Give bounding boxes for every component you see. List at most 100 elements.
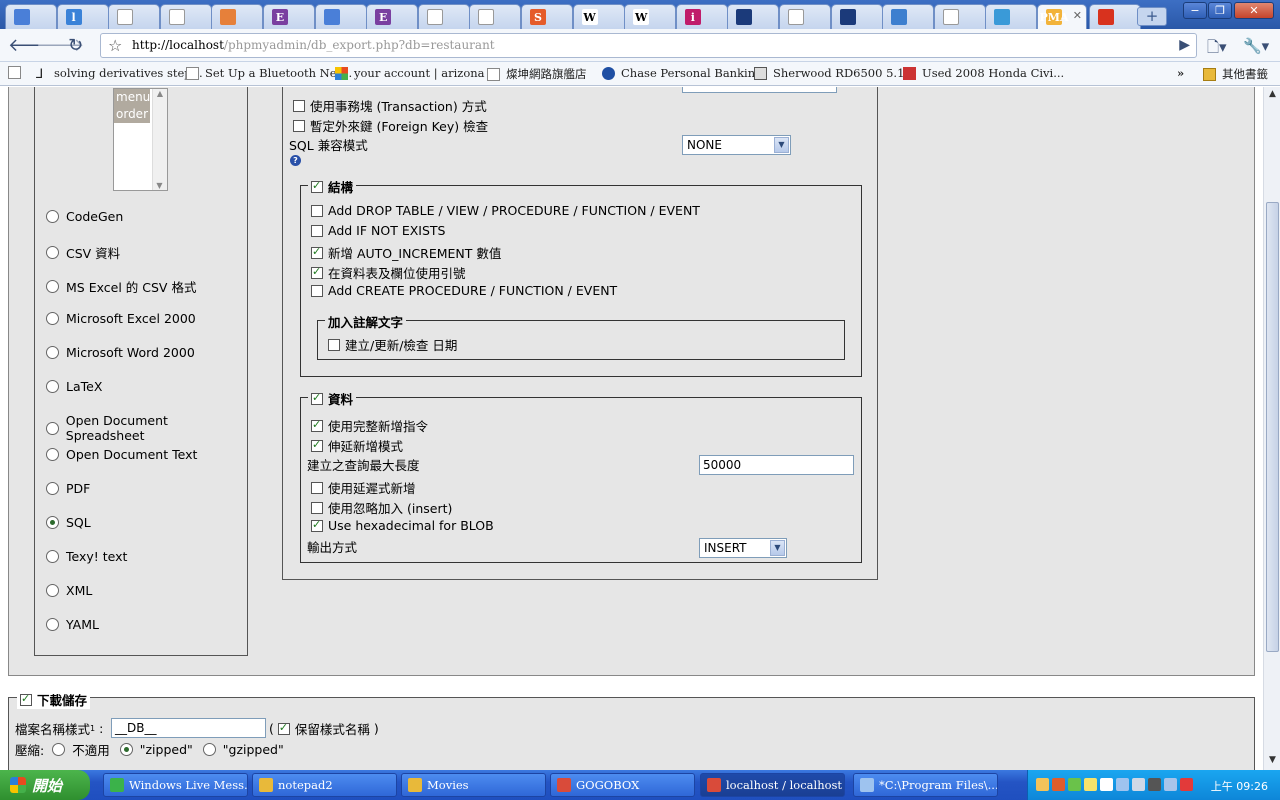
format-option[interactable]: CodeGen: [46, 209, 123, 224]
taskbar-button[interactable]: localhost / localhost /...: [700, 773, 845, 797]
tray-icon[interactable]: [1132, 778, 1145, 791]
delayed-inserts-checkbox[interactable]: [311, 481, 323, 494]
structure-option-checkbox[interactable]: [311, 265, 323, 279]
transaction-option[interactable]: 使用事務塊 (Transaction) 方式: [293, 96, 487, 115]
browser-tab[interactable]: [727, 4, 780, 29]
browser-tab[interactable]: [985, 4, 1038, 29]
browser-tab[interactable]: [830, 4, 883, 29]
browser-tab[interactable]: [108, 4, 161, 29]
browser-tab[interactable]: S: [521, 4, 573, 29]
structure-option[interactable]: Add CREATE PROCEDURE / FUNCTION / EVENT: [311, 283, 617, 298]
remember-template-option[interactable]: ( 保留樣式名稱 ): [269, 719, 379, 738]
browser-tab[interactable]: [211, 4, 264, 29]
format-option[interactable]: Open Document Text: [46, 447, 197, 462]
other-bookmarks[interactable]: 其他書籤: [1203, 66, 1268, 82]
listbox-item[interactable]: menu: [114, 89, 150, 106]
format-option[interactable]: YAML: [46, 617, 99, 632]
format-radio[interactable]: [46, 346, 59, 359]
bookmark-star-icon[interactable]: ☆: [108, 36, 122, 55]
compression-option[interactable]: "gzipped": [202, 740, 284, 759]
format-option[interactable]: XML: [46, 583, 92, 598]
format-radio[interactable]: [46, 246, 59, 259]
format-radio[interactable]: [46, 210, 59, 223]
help-icon[interactable]: ?: [290, 155, 301, 166]
bookmark-item[interactable]: Used 2008 Honda Civi...: [903, 66, 1064, 80]
tray-icon[interactable]: [1116, 778, 1129, 791]
start-button[interactable]: 開始: [0, 770, 90, 800]
page-menu-icon[interactable]: 🗋▾: [1207, 37, 1227, 62]
browser-tab[interactable]: [417, 4, 470, 29]
scroll-up-icon[interactable]: ▲: [153, 89, 167, 98]
data-legend[interactable]: 資料: [308, 389, 357, 408]
bookmark-item[interactable]: Chase Personal Bankin...: [602, 66, 766, 80]
browser-tab[interactable]: E: [263, 4, 315, 29]
go-icon[interactable]: ▶: [1179, 37, 1190, 53]
wrench-menu-icon[interactable]: 🔧▾: [1243, 37, 1269, 55]
foreign-key-option[interactable]: 暫定外來鍵 (Foreign Key) 檢查: [293, 116, 488, 135]
browser-tab[interactable]: [779, 4, 831, 29]
format-radio[interactable]: [46, 550, 59, 563]
tray-icon[interactable]: [1036, 778, 1049, 791]
structure-option-checkbox[interactable]: [311, 204, 323, 217]
format-radio[interactable]: [46, 380, 59, 393]
structure-option-checkbox[interactable]: [311, 224, 323, 237]
format-option[interactable]: PDF: [46, 481, 90, 496]
structure-option[interactable]: 新增 AUTO_INCREMENT 數值: [311, 243, 501, 262]
structure-option-checkbox[interactable]: [311, 245, 323, 259]
browser-tab[interactable]: [882, 4, 935, 29]
remember-template-checkbox[interactable]: [277, 721, 290, 735]
dates-option[interactable]: 建立/更新/檢查 日期: [328, 335, 457, 354]
save-checkbox[interactable]: [20, 692, 32, 706]
browser-tab[interactable]: [933, 4, 986, 29]
max-query-input[interactable]: 50000: [699, 455, 854, 475]
hex-blob-option[interactable]: Use hexadecimal for BLOB: [311, 518, 494, 533]
taskbar-button[interactable]: Windows Live Mess...: [103, 773, 248, 797]
complete-inserts-option[interactable]: 使用完整新增指令: [311, 416, 428, 435]
compression-radio[interactable]: [52, 743, 66, 756]
reload-icon[interactable]: ↻: [68, 35, 83, 56]
table-select-listbox[interactable]: menu order ▲ ▼: [113, 88, 168, 191]
structure-option[interactable]: Add IF NOT EXISTS: [311, 223, 445, 238]
browser-tab[interactable]: [5, 4, 57, 29]
format-option[interactable]: Microsoft Excel 2000: [46, 311, 196, 326]
bookmarks-overflow-chevron[interactable]: »: [1177, 66, 1184, 80]
format-option[interactable]: Microsoft Word 2000: [46, 345, 195, 360]
complete-inserts-checkbox[interactable]: [311, 418, 323, 432]
extended-inserts-option[interactable]: 伸延新增模式: [311, 436, 403, 455]
scroll-down-icon[interactable]: ▼: [1266, 755, 1279, 768]
browser-tab[interactable]: [1088, 4, 1141, 29]
scrollbar-thumb[interactable]: [1266, 202, 1279, 652]
browser-tab[interactable]: W: [572, 4, 625, 29]
structure-option-checkbox[interactable]: [311, 284, 323, 297]
address-bar[interactable]: ☆ http://localhost/phpmyadmin/db_export.…: [100, 33, 1197, 58]
structure-checkbox[interactable]: [311, 179, 323, 193]
bookmark-item[interactable]: ⅃ solving derivatives step...: [36, 66, 203, 82]
format-radio[interactable]: [46, 482, 59, 495]
close-window-icon[interactable]: ✕: [1234, 2, 1274, 19]
tray-icon[interactable]: [1068, 778, 1081, 791]
transaction-checkbox[interactable]: [293, 99, 305, 112]
browser-tab[interactable]: i: [675, 4, 728, 29]
format-option[interactable]: Open Document Spreadsheet: [46, 413, 247, 443]
format-radio[interactable]: [46, 312, 59, 325]
bookmark-item[interactable]: your account | arizona ...: [335, 66, 499, 80]
browser-tab[interactable]: [469, 4, 522, 29]
format-option[interactable]: CSV 資料: [46, 243, 120, 262]
scroll-down-icon[interactable]: ▼: [153, 181, 166, 190]
compression-radio[interactable]: [202, 743, 216, 756]
taskbar-button[interactable]: GOGOBOX: [550, 773, 695, 797]
format-option[interactable]: MS Excel 的 CSV 格式: [46, 277, 196, 296]
tray-icon[interactable]: [1148, 778, 1161, 791]
clock[interactable]: 上午 09:26: [1211, 778, 1268, 794]
compression-radio[interactable]: [119, 743, 133, 756]
bookmark-item[interactable]: [8, 66, 27, 79]
browser-tab[interactable]: [159, 4, 212, 29]
bookmark-item[interactable]: Set Up a Bluetooth Net...: [186, 66, 352, 80]
delayed-inserts-option[interactable]: 使用延遲式新增: [311, 478, 416, 497]
bookmark-item[interactable]: 燦坤網路旗艦店: [487, 66, 587, 82]
format-radio[interactable]: [46, 618, 59, 631]
sql-compat-select[interactable]: NONE ▼: [682, 135, 791, 155]
filename-template-input[interactable]: __DB__: [111, 718, 266, 738]
listbox-item[interactable]: order: [114, 106, 150, 123]
browser-tab[interactable]: [314, 4, 367, 29]
